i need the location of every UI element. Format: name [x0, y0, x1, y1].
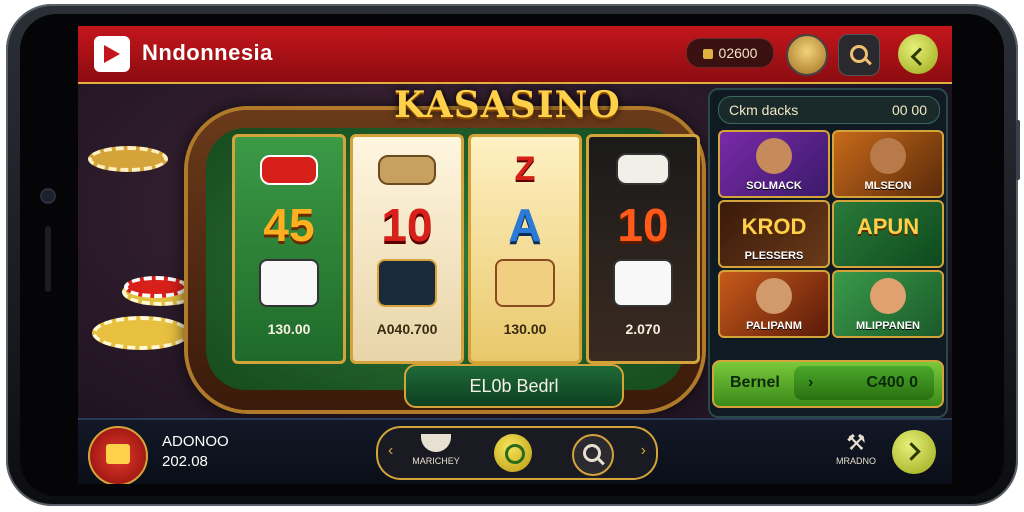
character-portrait [870, 138, 906, 174]
chevron-right-icon: › [808, 374, 814, 391]
balance-value: 02600 [718, 45, 758, 61]
bet-amount-value: C400 0 [866, 374, 918, 391]
search-icon-handle [597, 457, 605, 466]
treasure-chest-icon-body [106, 444, 130, 464]
game-tile-4[interactable]: APUN [832, 200, 944, 268]
nav-bowl-label: MARICHEY [412, 456, 460, 466]
game-tile-5[interactable]: PALIPANM [718, 270, 830, 338]
chip-icon [88, 146, 168, 172]
search-button[interactable] [838, 34, 880, 76]
user-name: ADONOO [162, 433, 229, 450]
bet-amount-label: Bernel [730, 374, 780, 391]
reel-1-top-symbol [235, 149, 343, 189]
reel-1-symbol: 45 [263, 199, 315, 251]
bet-amount-field[interactable]: › C400 0 [794, 366, 934, 400]
game-tile-2-label: MLSEON [864, 180, 912, 192]
tools-button[interactable]: ⚒ MRADNO [834, 430, 878, 476]
chevron-left-icon[interactable]: ‹ [388, 442, 393, 460]
game-tile-3-title: KROD [741, 214, 807, 239]
nav-search-button[interactable] [572, 434, 614, 476]
bottom-nav: ‹ MARICHEY › [376, 426, 658, 480]
reel-2-amount: A040.700 [376, 321, 438, 337]
panel-header-value: 00 00 [891, 102, 927, 118]
brand-name: Nndonnesia [142, 40, 273, 65]
panel-header-label: Ckm dacks [729, 102, 799, 118]
chevron-right-icon [902, 442, 921, 461]
eye-card-icon [616, 153, 670, 185]
reel-4-low-symbol [589, 259, 697, 307]
reel-3-low-symbol [471, 259, 579, 307]
chip-stack-icon [92, 316, 190, 350]
reel-3-symbol: A [508, 199, 542, 251]
reels: 45 130.00 10 A040.700 Z A 130.00 10 2.07… [232, 134, 702, 364]
reel-2[interactable]: 10 A040.700 [350, 134, 464, 364]
bet-amount-bar[interactable]: Bernel › C400 0 [712, 360, 944, 408]
reel-1-low-symbol [235, 259, 343, 307]
chip-icon [124, 276, 188, 298]
reel-3[interactable]: Z A 130.00 [468, 134, 582, 364]
scroll-icon [495, 259, 555, 307]
search-icon-handle [864, 57, 872, 66]
character-portrait [756, 138, 792, 174]
reel-3-top-symbol: Z [514, 150, 536, 188]
next-button[interactable] [892, 430, 936, 474]
panel-header[interactable]: Ckm dacks 00 00 [718, 96, 940, 124]
play-icon [104, 45, 120, 63]
chevron-right-icon[interactable]: › [641, 442, 646, 460]
game-tile-1[interactable]: SOLMACK [718, 130, 830, 198]
reel-2-top-symbol [353, 149, 461, 189]
character-portrait [756, 278, 792, 314]
side-button [1016, 120, 1020, 180]
game-tile-5-label: PALIPANM [746, 320, 802, 332]
front-camera [42, 190, 54, 202]
user-info: ADONOO 202.08 [162, 432, 229, 472]
speaker-grille [45, 226, 51, 292]
money-icon [378, 155, 436, 185]
playing-card-icon [259, 259, 319, 307]
reel-4-symbol: 10 [617, 199, 669, 251]
reel-4-amount: 2.070 [625, 321, 661, 337]
reel-4[interactable]: 10 2.070 [586, 134, 700, 364]
game-tile-1-label: SOLMACK [746, 180, 802, 192]
game-tile-6-label: MLIPPANEN [856, 320, 920, 332]
reel-4-top-symbol [589, 149, 697, 189]
character-portrait [870, 278, 906, 314]
nav-refresh-button[interactable] [494, 434, 532, 472]
spin-bet-button[interactable]: EL0b Bedrl [404, 364, 624, 408]
game-tile-3[interactable]: KROD PLESSERS [718, 200, 830, 268]
treasure-chest-icon[interactable] [88, 426, 148, 484]
app-logo[interactable] [94, 36, 130, 72]
game-title: KASASINO [394, 84, 621, 126]
avatar[interactable] [786, 34, 828, 76]
game-screen: Nndonnesia 02600 KASASINO 45 130.00 10 A… [78, 26, 952, 484]
reel-2-symbol: 10 [381, 199, 433, 251]
coin-icon [702, 49, 713, 59]
reel-1-amount: 130.00 [267, 321, 311, 337]
coin-balance[interactable]: 02600 [686, 38, 774, 68]
user-value: 202.08 [162, 453, 208, 470]
back-button[interactable] [898, 34, 938, 74]
playing-card-icon [613, 259, 673, 307]
top-bar: Nndonnesia 02600 [78, 26, 952, 84]
reel-1[interactable]: 45 130.00 [232, 134, 346, 364]
game-tile-4-title: APUN [856, 214, 920, 239]
tools-label: MRADNO [836, 456, 876, 466]
bowl-icon [421, 434, 451, 452]
card-deck-icon [260, 155, 318, 185]
refresh-icon [505, 444, 525, 464]
reel-2-low-symbol [353, 259, 461, 307]
game-tile-6[interactable]: MLIPPANEN [832, 270, 944, 338]
reel-3-amount: 130.00 [503, 321, 547, 337]
battery-icon [377, 259, 437, 307]
nav-bowl-button[interactable]: MARICHEY [412, 432, 460, 476]
chevron-left-icon [910, 47, 930, 66]
bottom-bar: ADONOO 202.08 ‹ MARICHEY › ⚒ MRADNO [78, 418, 952, 484]
game-tile-3-label: PLESSERS [744, 250, 804, 262]
tools-icon: ⚒ [846, 430, 866, 455]
game-tile-2[interactable]: MLSEON [832, 130, 944, 198]
